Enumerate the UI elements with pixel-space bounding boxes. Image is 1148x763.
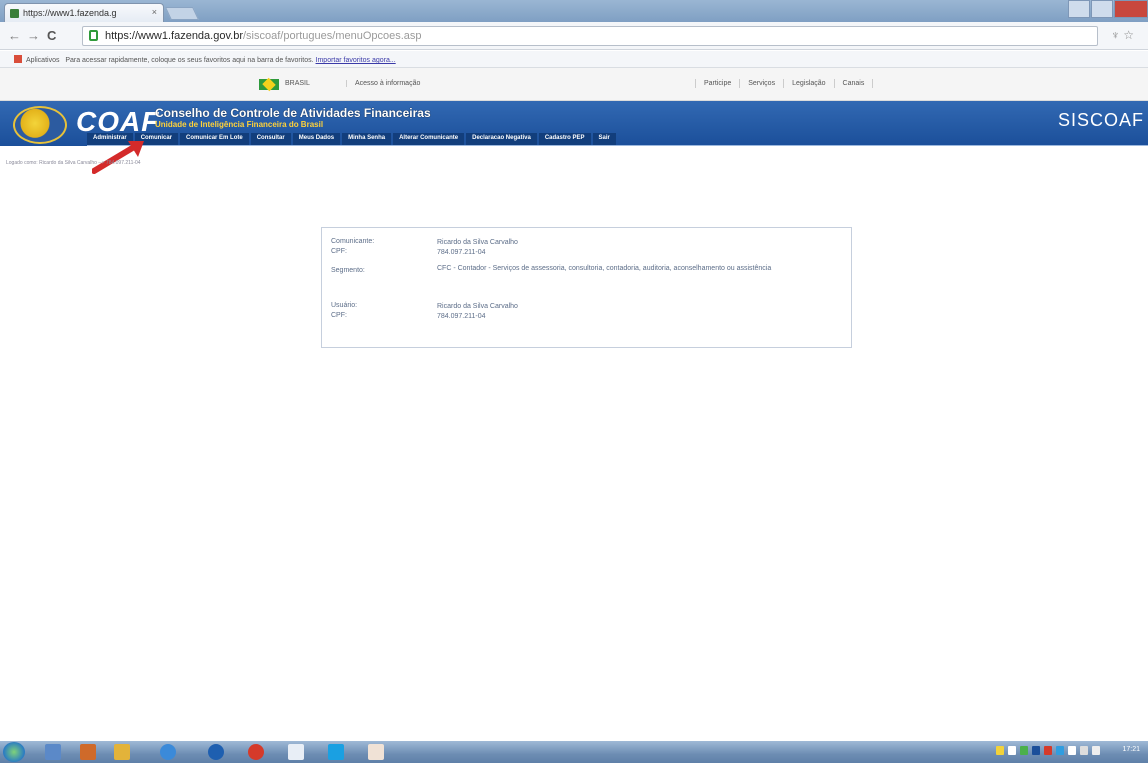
cpf-value: 784.097.211-04 bbox=[437, 249, 486, 256]
menu-item-meus-dados[interactable]: Meus Dados bbox=[292, 133, 341, 145]
start-button[interactable] bbox=[3, 742, 25, 762]
maximize-button[interactable] bbox=[1091, 0, 1113, 18]
tray-icon[interactable] bbox=[1044, 746, 1052, 755]
volume-icon[interactable] bbox=[1092, 746, 1100, 755]
windows-taskbar: 17:21 bbox=[0, 741, 1148, 763]
folder-icon[interactable] bbox=[114, 744, 130, 760]
firefox-icon[interactable] bbox=[208, 744, 224, 760]
header-divider bbox=[87, 145, 1148, 146]
comunicante-label: Comunicante: bbox=[331, 238, 375, 245]
tray-icon[interactable] bbox=[1056, 746, 1064, 755]
gov-acesso-link[interactable]: Acesso à informação bbox=[346, 80, 420, 87]
usuario-value: Ricardo da Silva Carvalho bbox=[437, 303, 518, 310]
apps-link[interactable]: Aplicativos bbox=[26, 57, 59, 64]
tab-close-icon[interactable]: × bbox=[152, 7, 157, 17]
gov-link-participe[interactable]: Participe bbox=[695, 79, 739, 88]
site-header: COAF Conselho de Controle de Atividades … bbox=[0, 101, 1148, 146]
window-controls bbox=[1067, 0, 1148, 20]
header-subtitle: Unidade de Inteligência Financeira do Br… bbox=[155, 120, 324, 129]
menu-item-minha-senha[interactable]: Minha Senha bbox=[342, 133, 392, 145]
apps-icon bbox=[14, 55, 22, 63]
usuario-cpf-label: CPF: bbox=[331, 312, 347, 319]
back-button[interactable]: ← bbox=[8, 28, 21, 43]
gov-link-servicos[interactable]: Serviços bbox=[739, 79, 783, 88]
menu-item-comunicar-em-lote[interactable]: Comunicar Em Lote bbox=[180, 133, 249, 145]
media-player-icon[interactable] bbox=[80, 744, 96, 760]
favicon-icon bbox=[10, 9, 19, 18]
gov-link-legislacao[interactable]: Legislação bbox=[783, 79, 833, 88]
red-arrow-icon bbox=[92, 141, 144, 174]
address-host: https://www1.fazenda.gov.br bbox=[105, 30, 243, 42]
bookmarks-bar: Aplicativos Para acessar rapidamente, co… bbox=[0, 51, 1148, 68]
bookmark-star-icon[interactable]: ♆ ☆ bbox=[1111, 28, 1134, 42]
tab-title: https://www1.fazenda.g bbox=[23, 8, 117, 18]
usuario-cpf-value: 784.097.211-04 bbox=[437, 313, 486, 320]
close-window-button[interactable] bbox=[1114, 0, 1148, 18]
explorer-icon[interactable] bbox=[45, 744, 61, 760]
menu-item-declaracao-negativa[interactable]: Declaracao Negativa bbox=[466, 133, 537, 145]
header-title: Conselho de Controle de Atividades Finan… bbox=[155, 106, 431, 120]
main-menu: Administrar Comunicar Comunicar Em Lote … bbox=[87, 133, 618, 145]
internet-explorer-icon[interactable] bbox=[160, 744, 176, 760]
page: https://www1.fazenda.g × ← → C https://w… bbox=[0, 0, 1148, 763]
logged-user-line: Logado como: Ricardo da Silva Carvalho -… bbox=[6, 160, 141, 166]
segmento-label: Segmento: bbox=[331, 267, 365, 274]
gov-link-canais[interactable]: Canais bbox=[833, 79, 874, 88]
minimize-button[interactable] bbox=[1068, 0, 1090, 18]
tray-icon[interactable] bbox=[1068, 746, 1076, 755]
menu-item-cadastro-pep[interactable]: Cadastro PEP bbox=[538, 133, 591, 145]
new-tab-button[interactable] bbox=[164, 7, 200, 20]
address-path: /siscoaf/portugues/menuOpcoes.asp bbox=[242, 30, 422, 42]
menu-item-sair[interactable]: Sair bbox=[592, 133, 616, 145]
tray-icon[interactable] bbox=[1020, 746, 1028, 755]
browser-toolbar: ← → C https://www1.fazenda.gov.br/siscoa… bbox=[0, 22, 1148, 50]
network-icon[interactable] bbox=[1080, 746, 1088, 755]
bookmarks-hint: Para acessar rapidamente, coloque os seu… bbox=[65, 57, 314, 64]
segmento-value: CFC - Contador - Serviços de assessoria,… bbox=[437, 265, 772, 272]
user-info-card: Comunicante: Ricardo da Silva Carvalho C… bbox=[321, 227, 852, 348]
browser-tab-bar: https://www1.fazenda.g × bbox=[0, 0, 1148, 22]
cpf-label: CPF: bbox=[331, 248, 347, 255]
forward-button[interactable]: → bbox=[27, 28, 40, 43]
comunicante-value: Ricardo da Silva Carvalho bbox=[437, 239, 518, 246]
browser-tab[interactable]: https://www1.fazenda.g × bbox=[4, 3, 164, 22]
tray-icon[interactable] bbox=[1008, 746, 1016, 755]
chrome-icon[interactable] bbox=[248, 744, 264, 760]
coaf-emblem-icon bbox=[13, 106, 67, 144]
usuario-label: Usuário: bbox=[331, 302, 358, 309]
import-favorites-link[interactable]: Importar favoritos agora... bbox=[316, 57, 396, 64]
tray-icon[interactable] bbox=[996, 746, 1004, 755]
calculator-icon[interactable] bbox=[288, 744, 304, 760]
lock-icon bbox=[89, 30, 98, 41]
address-bar[interactable]: https://www1.fazenda.gov.br/siscoaf/port… bbox=[82, 26, 1098, 46]
paint-icon[interactable] bbox=[368, 744, 384, 760]
app-name: SISCOAF bbox=[1057, 110, 1144, 130]
menu-item-alterar-comunicante[interactable]: Alterar Comunicante bbox=[393, 133, 465, 145]
gov-brasil-link[interactable]: BRASIL bbox=[285, 80, 310, 87]
reload-button[interactable]: C bbox=[47, 28, 56, 43]
skype-icon[interactable] bbox=[328, 744, 344, 760]
gov-bar: BRASIL Acesso à informação Participe Ser… bbox=[0, 68, 1148, 101]
system-tray bbox=[992, 746, 1100, 755]
brazil-flag-icon bbox=[259, 79, 279, 90]
tray-icon[interactable] bbox=[1032, 746, 1040, 755]
menu-item-consultar[interactable]: Consultar bbox=[250, 133, 291, 145]
taskbar-clock[interactable]: 17:21 bbox=[1122, 746, 1140, 753]
gov-links: Participe Serviços Legislação Canais bbox=[695, 79, 874, 88]
